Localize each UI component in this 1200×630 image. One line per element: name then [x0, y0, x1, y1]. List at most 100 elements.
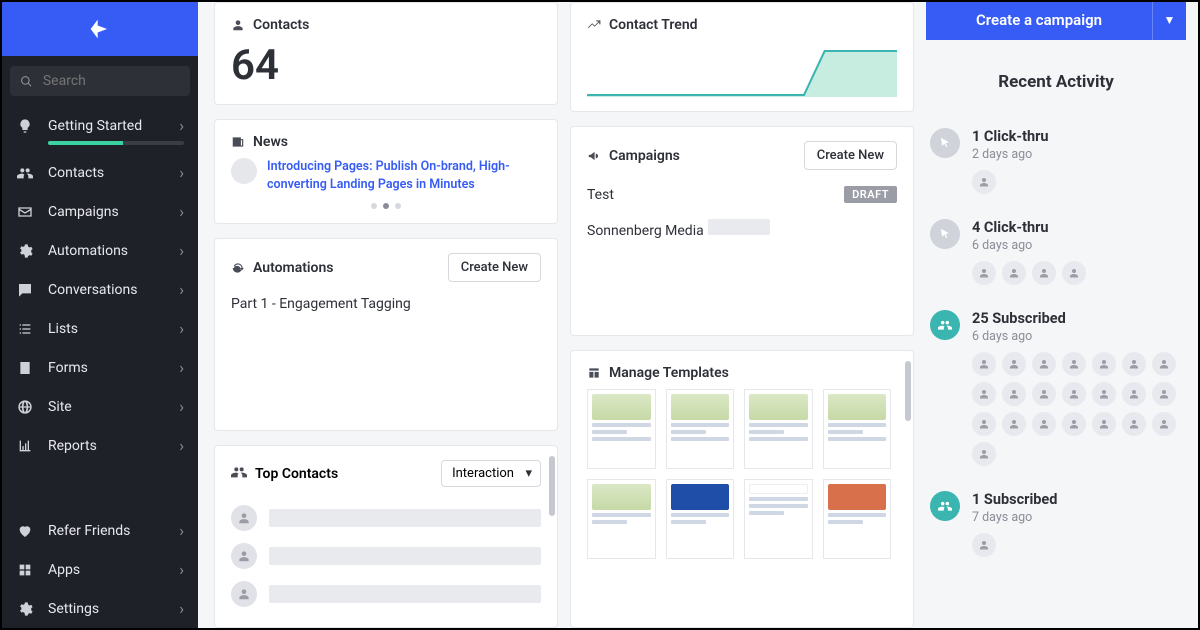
avatar: [1002, 352, 1026, 376]
template-thumb[interactable]: [587, 479, 656, 559]
nav-reports[interactable]: Reports›: [2, 426, 198, 465]
template-thumb[interactable]: [744, 389, 813, 469]
avatar: [1122, 352, 1146, 376]
avatar: [972, 412, 996, 436]
avatar: [1002, 261, 1026, 285]
contacts-count: 64: [231, 41, 541, 90]
avatar: [1062, 412, 1086, 436]
cursor-icon: [930, 128, 960, 158]
avatar: [1152, 412, 1176, 436]
campaign-row[interactable]: Test DRAFT: [587, 178, 897, 211]
chevron-right-icon: ›: [179, 116, 184, 135]
nav-lists[interactable]: Lists›: [2, 309, 198, 348]
template-thumb[interactable]: [823, 479, 892, 559]
logo-icon: [86, 15, 114, 43]
avatar: [972, 170, 996, 194]
campaigns-card: Campaigns Create New Test DRAFT Sonnenbe…: [570, 126, 914, 336]
avatar: [1032, 412, 1056, 436]
templates-card: Manage Templates: [570, 350, 914, 628]
activity-item[interactable]: 4 Click-thru 6 days ago: [926, 209, 1186, 300]
mail-icon: [16, 203, 34, 221]
activity-time: 6 days ago: [972, 329, 1182, 344]
megaphone-icon: [587, 149, 601, 163]
activity-item[interactable]: 1 Click-thru 2 days ago: [926, 118, 1186, 209]
activity-title: 25 Subscribed: [972, 310, 1182, 327]
news-icon: [231, 135, 245, 149]
person-icon: [231, 18, 245, 32]
search-input[interactable]: [10, 66, 190, 96]
form-icon: [16, 359, 34, 377]
nav-getting-started[interactable]: Getting Started ›: [2, 106, 198, 153]
avatar: [972, 352, 996, 376]
nav-site[interactable]: Site›: [2, 387, 198, 426]
avatar: [1032, 261, 1056, 285]
news-pagination[interactable]: [231, 203, 541, 209]
bulb-icon: [16, 117, 34, 135]
avatar: [1062, 352, 1086, 376]
sidebar: Getting Started › Contacts› Campaigns› A…: [2, 2, 198, 628]
nav-forms[interactable]: Forms›: [2, 348, 198, 387]
getting-started-progress: [48, 141, 184, 145]
nav-label: Getting Started: [48, 118, 179, 134]
nav-campaigns[interactable]: Campaigns›: [2, 192, 198, 231]
template-thumb[interactable]: [587, 389, 656, 469]
nav-settings[interactable]: Settings›: [2, 589, 198, 628]
trend-icon: [587, 18, 601, 32]
users-icon: [930, 310, 960, 340]
apps-icon: [16, 561, 34, 579]
logo[interactable]: [2, 2, 198, 56]
contact-row[interactable]: [231, 537, 541, 575]
avatar: [1062, 261, 1086, 285]
top-contacts-sort[interactable]: Interaction: [441, 460, 541, 487]
activity-title: 4 Click-thru: [972, 219, 1182, 236]
automations-card: Automations Create New Part 1 - Engageme…: [214, 238, 558, 431]
globe-icon: [16, 398, 34, 416]
nav-conversations[interactable]: Conversations›: [2, 270, 198, 309]
contacts-card: Contacts 64: [214, 2, 558, 105]
avatar: [1122, 382, 1146, 406]
avatar: [1152, 352, 1176, 376]
refresh-icon: [231, 261, 245, 275]
users-icon: [930, 491, 960, 521]
template-thumb[interactable]: [823, 389, 892, 469]
avatar: [1062, 382, 1086, 406]
automations-create-button[interactable]: Create New: [448, 253, 541, 282]
template-thumb[interactable]: [666, 479, 735, 559]
campaigns-create-button[interactable]: Create New: [804, 141, 897, 170]
news-headline[interactable]: Introducing Pages: Publish On-brand, Hig…: [267, 158, 541, 193]
avatar: [1002, 382, 1026, 406]
gear-icon: [16, 242, 34, 260]
activity-time: 2 days ago: [972, 147, 1182, 162]
avatar: [1092, 412, 1116, 436]
avatar: [972, 261, 996, 285]
campaign-row[interactable]: Sonnenberg Media: [587, 211, 897, 247]
avatar: [972, 442, 996, 466]
avatar: [972, 533, 996, 557]
avatar: [1032, 382, 1056, 406]
avatar: [1122, 412, 1146, 436]
activity-time: 6 days ago: [972, 238, 1182, 253]
create-campaign-dropdown[interactable]: ▼: [1152, 2, 1186, 40]
nav-automations[interactable]: Automations›: [2, 231, 198, 270]
automation-item[interactable]: Part 1 - Engagement Tagging: [231, 290, 541, 318]
people-icon: [16, 164, 34, 182]
contact-row[interactable]: [231, 499, 541, 537]
template-thumb[interactable]: [744, 479, 813, 559]
activity-item[interactable]: 1 Subscribed 7 days ago: [926, 481, 1186, 572]
avatar: [972, 382, 996, 406]
activity-item[interactable]: 25 Subscribed 6 days ago: [926, 300, 1186, 481]
create-campaign-button[interactable]: Create a campaign ▼: [926, 2, 1186, 40]
draft-badge: DRAFT: [844, 186, 897, 203]
template-thumb[interactable]: [666, 389, 735, 469]
nav-apps[interactable]: Apps›: [2, 550, 198, 589]
nav-refer[interactable]: Refer Friends›: [2, 511, 198, 550]
list-icon: [16, 320, 34, 338]
trend-card: Contact Trend: [570, 2, 914, 112]
activity-time: 7 days ago: [972, 510, 1182, 525]
nav-contacts[interactable]: Contacts›: [2, 153, 198, 192]
activity-list: 1 Click-thru 2 days ago 4 Click-thru 6 d…: [926, 118, 1186, 572]
activity-title: 1 Click-thru: [972, 128, 1182, 145]
top-contacts-card: Top Contacts Interaction: [214, 445, 558, 628]
contact-row[interactable]: [231, 575, 541, 613]
avatar: [1152, 382, 1176, 406]
